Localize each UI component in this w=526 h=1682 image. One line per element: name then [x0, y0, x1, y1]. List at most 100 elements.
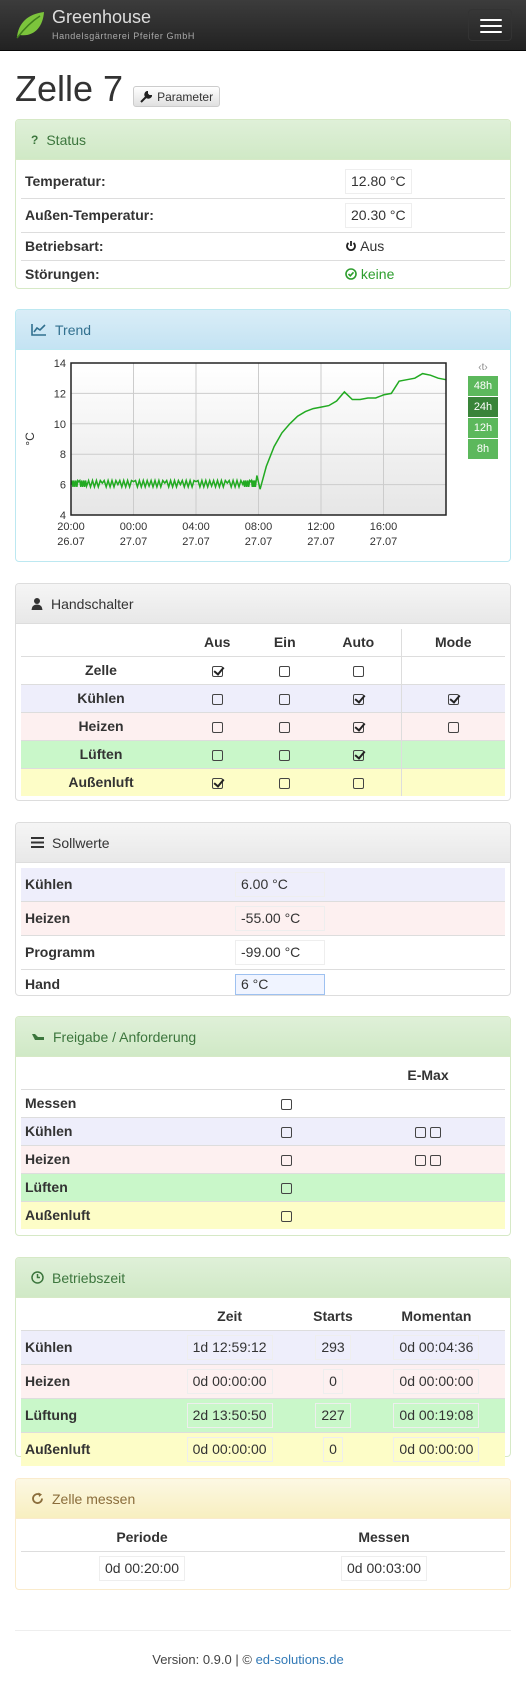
kuehlen-auto-checkbox[interactable]: [352, 693, 364, 705]
hamburger-icon: [480, 19, 502, 21]
soll-hand-input[interactable]: 6 °C: [235, 974, 325, 995]
freigabe-label: Lüften: [21, 1173, 221, 1202]
freigabe-panel: Freigabe / Anforderung E-Max Messen Kühl…: [15, 1016, 511, 1236]
row-label: Kühlen: [21, 684, 181, 713]
status-row-betriebsart: Betriebsart: Aus: [21, 232, 505, 261]
x-tick-date-label: 27.07: [307, 536, 335, 548]
messen-value: 0d 00:03:00: [341, 1556, 427, 1581]
vendor-link[interactable]: ed-solutions.de: [256, 1652, 344, 1667]
x-tick-time-label: 16:00: [370, 521, 398, 533]
temperature-value: 12.80 °C: [345, 169, 412, 194]
hand-icon: [32, 1033, 44, 1040]
app-title[interactable]: Greenhouse: [52, 7, 151, 28]
status-label: Außen-Temperatur:: [21, 198, 341, 233]
aussenluft-aus-checkbox[interactable]: [211, 777, 223, 789]
heizen-ein-checkbox[interactable]: [279, 721, 291, 733]
soll-heizen-value: -55.00 °C: [235, 906, 325, 931]
y-tick-label: 12: [54, 388, 66, 400]
soll-label: Hand: [21, 969, 231, 999]
heizen-aus-checkbox[interactable]: [211, 721, 223, 733]
col-auto: Auto: [342, 634, 375, 650]
kuehlen-emax-checkbox-1[interactable]: [415, 1126, 426, 1138]
bz-starts-value: 293: [315, 1335, 351, 1360]
outside-temperature-value: 20.30 °C: [345, 203, 412, 228]
ok-circle-icon: [345, 268, 357, 280]
status-row-stoerungen: Störungen: keine: [21, 260, 505, 288]
periode-value: 0d 00:20:00: [99, 1556, 185, 1581]
betriebszeit-title: Betriebszeit: [52, 1269, 126, 1286]
heizen-emax-checkbox-2[interactable]: [430, 1154, 441, 1166]
freigabe-heading: Freigabe / Anforderung: [16, 1017, 510, 1057]
heizen-freigabe-checkbox[interactable]: [280, 1154, 292, 1166]
lueften-aus-checkbox[interactable]: [211, 749, 223, 761]
line-chart-icon: [31, 324, 46, 336]
y-tick-label: 8: [60, 449, 66, 461]
range-24h-button[interactable]: 24h: [468, 397, 498, 417]
navbar: Greenhouse Handelsgärtnerei Pfeifer GmbH: [0, 0, 526, 51]
soll-row-kuehlen: Kühlen 6.00 °C: [21, 868, 505, 902]
trend-heading: Trend: [16, 310, 510, 350]
kuehlen-ein-checkbox[interactable]: [279, 693, 291, 705]
aussenluft-auto-checkbox[interactable]: [352, 777, 364, 789]
x-tick-date-label: 27.07: [120, 536, 148, 548]
range-48h-button[interactable]: 48h: [468, 376, 498, 396]
zelle-messen-title: Zelle messen: [52, 1490, 136, 1507]
list-icon: [31, 837, 44, 848]
status-label: Temperatur:: [25, 173, 106, 189]
heizen-mode-checkbox[interactable]: [447, 721, 459, 733]
freigabe-row-heizen: Heizen: [21, 1145, 505, 1174]
row-label: Zelle: [21, 656, 181, 685]
parameter-button[interactable]: Parameter: [133, 86, 221, 107]
status-label: Störungen:: [21, 260, 341, 288]
bz-row-lueftung: Lüftung 2d 13:50:50 227 0d 00:19:08: [21, 1398, 505, 1433]
zelle-aus-checkbox[interactable]: [211, 665, 223, 677]
range-12h-button[interactable]: 12h: [468, 418, 498, 438]
zelle-auto-checkbox[interactable]: [352, 665, 364, 677]
sollwerte-table: Kühlen 6.00 °C Heizen -55.00 °C Programm…: [21, 868, 505, 999]
bz-momentan-value: 0d 00:00:00: [393, 1437, 480, 1462]
x-tick-date-label: 27.07: [370, 536, 398, 548]
kuehlen-aus-checkbox[interactable]: [211, 693, 223, 705]
y-axis-label: °C: [23, 432, 37, 446]
menu-toggle-button[interactable]: [468, 9, 512, 41]
trend-panel: Trend 4 6 8 10 12 14 20:00 26.07 00:00 27.07 04:00…: [15, 309, 511, 562]
freigabe-label: Heizen: [21, 1145, 221, 1174]
emax-header: E-Max: [407, 1067, 449, 1083]
lueften-freigabe-checkbox[interactable]: [280, 1182, 292, 1194]
heizen-emax-checkbox-1[interactable]: [415, 1154, 426, 1166]
kuehlen-mode-checkbox[interactable]: [447, 693, 459, 705]
heizen-auto-checkbox[interactable]: [352, 721, 364, 733]
betriebszeit-heading: Betriebszeit: [16, 1258, 510, 1298]
footer-divider: [15, 1630, 511, 1631]
zelle-messen-table: Periode Messen 0d 00:20:00 0d 00:03:00: [21, 1524, 505, 1585]
zelle-ein-checkbox[interactable]: [279, 665, 291, 677]
handschalter-panel: Handschalter Aus Ein Auto Mode Zelle Küh…: [15, 583, 511, 801]
bz-zeit-value: 0d 00:00:00: [186, 1437, 273, 1462]
bz-zeit-value: 0d 00:00:00: [186, 1369, 273, 1394]
soll-label: Programm: [21, 935, 231, 970]
bz-row-heizen: Heizen 0d 00:00:00 0 0d 00:00:00: [21, 1364, 505, 1399]
row-zelle: Zelle: [21, 656, 505, 685]
freigabe-label: Messen: [21, 1089, 221, 1118]
leaf-logo-icon[interactable]: [14, 9, 46, 41]
soll-row-hand: Hand 6 °C: [21, 969, 505, 999]
soll-label: Kühlen: [25, 876, 73, 892]
y-tick-label: 10: [54, 419, 66, 431]
aussenluft-ein-checkbox[interactable]: [279, 777, 291, 789]
bz-starts-value: 0: [323, 1369, 343, 1394]
status-heading: ? Status: [16, 120, 510, 160]
kuehlen-freigabe-checkbox[interactable]: [280, 1126, 292, 1138]
mode-value: Aus: [360, 238, 385, 254]
range-8h-button[interactable]: 8h: [468, 439, 498, 459]
col-mode: Mode: [400, 629, 505, 657]
status-table: Temperatur: 12.80 °C Außen-Temperatur: 2…: [21, 165, 505, 288]
lueften-auto-checkbox[interactable]: [352, 749, 364, 761]
x-tick-date-label: 27.07: [245, 536, 273, 548]
freigabe-row-kuehlen: Kühlen: [21, 1117, 505, 1146]
bz-label: Lüftung: [21, 1398, 161, 1433]
kuehlen-emax-checkbox-2[interactable]: [430, 1126, 441, 1138]
messen-freigabe-checkbox[interactable]: [280, 1098, 292, 1110]
lueften-ein-checkbox[interactable]: [279, 749, 291, 761]
zelle-messen-heading: Zelle messen: [16, 1479, 510, 1519]
aussenluft-freigabe-checkbox[interactable]: [280, 1210, 292, 1222]
